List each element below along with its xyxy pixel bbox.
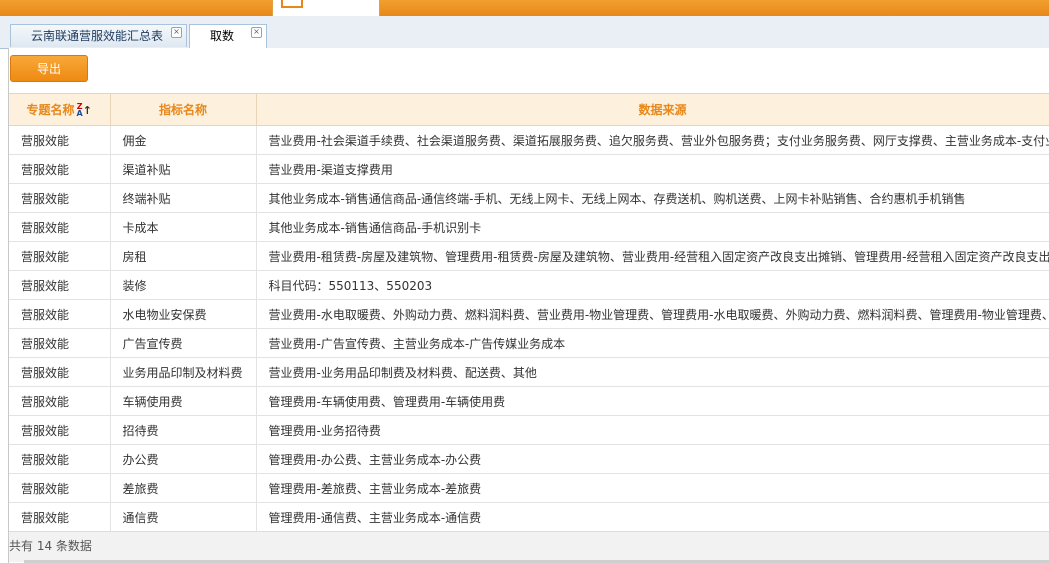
cell-indicator: 佣金 [110, 125, 257, 155]
tab-summary-report[interactable]: 云南联通营服效能汇总表 × [10, 24, 187, 47]
cell-source: 其他业务成本-销售通信商品-通信终端-手机、无线上网卡、无线上网本、存费送机、购… [256, 183, 1049, 213]
cell-indicator: 通信费 [110, 502, 257, 532]
cell-indicator: 水电物业安保费 [110, 299, 257, 329]
table-header-row: 专题名称 Z A↑ 指标名称 数据来源 [9, 93, 1049, 126]
table-row[interactable]: 营服效能 终端补贴 其他业务成本-销售通信商品-通信终端-手机、无线上网卡、无线上网… [9, 183, 1049, 213]
cell-source: 管理费用-差旅费、主营业务成本-差旅费 [256, 473, 1049, 503]
cell-topic: 营服效能 [9, 357, 111, 387]
top-nav-active-item[interactable] [272, 0, 380, 16]
cell-source: 管理费用-通信费、主营业务成本-通信费 [256, 502, 1049, 532]
content-frame: 导出 专题名称 Z A↑ 指标名称 数据来源 营服效能 佣金 营业费用-社会渠道手续费、… [8, 48, 1049, 563]
sort-arrow-icon: ↑ [82, 104, 92, 117]
cell-topic: 营服效能 [9, 125, 111, 155]
cell-source: 管理费用-办公费、主营业务成本-办公费 [256, 444, 1049, 474]
tab-label: 云南联通营服效能汇总表 [31, 29, 164, 43]
close-icon[interactable]: × [251, 27, 262, 38]
cell-topic: 营服效能 [9, 183, 111, 213]
column-header-topic[interactable]: 专题名称 Z A↑ [9, 93, 111, 126]
cell-indicator: 卡成本 [110, 212, 257, 242]
table-row[interactable]: 营服效能 渠道补贴 营业费用-渠道支撑费用 [9, 154, 1049, 184]
export-button[interactable]: 导出 [10, 55, 88, 82]
table-row[interactable]: 营服效能 业务用品印制及材料费 营业费用-业务用品印制费及材料费、配送费、其他 [9, 357, 1049, 387]
table-row[interactable]: 营服效能 通信费 管理费用-通信费、主营业务成本-通信费 [9, 502, 1049, 532]
cell-source: 营业费用-水电取暖费、外购动力费、燃料润料费、营业费用-物业管理费、管理费用-水… [256, 299, 1049, 329]
cell-indicator: 渠道补贴 [110, 154, 257, 184]
cell-indicator: 招待费 [110, 415, 257, 445]
cell-source: 营业费用-广告宣传费、主营业务成本-广告传媒业务成本 [256, 328, 1049, 358]
cell-source: 营业费用-渠道支撑费用 [256, 154, 1049, 184]
top-nav-bar [0, 0, 1049, 16]
column-header-source[interactable]: 数据来源 [256, 93, 1049, 126]
cell-source: 营业费用-社会渠道手续费、社会渠道服务费、渠道拓展服务费、追欠服务费、营业外包服… [256, 125, 1049, 155]
table-row[interactable]: 营服效能 房租 营业费用-租赁费-房屋及建筑物、管理费用-租赁费-房屋及建筑物、营业… [9, 241, 1049, 271]
cell-indicator: 车辆使用费 [110, 386, 257, 416]
cell-indicator: 业务用品印制及材料费 [110, 357, 257, 387]
cell-topic: 营服效能 [9, 386, 111, 416]
table-row[interactable]: 营服效能 招待费 管理费用-业务招待费 [9, 415, 1049, 445]
column-header-indicator[interactable]: 指标名称 [110, 93, 257, 126]
cell-topic: 营服效能 [9, 299, 111, 329]
cell-source: 其他业务成本-销售通信商品-手机识别卡 [256, 212, 1049, 242]
cell-topic: 营服效能 [9, 502, 111, 532]
cell-indicator: 房租 [110, 241, 257, 271]
cell-topic: 营服效能 [9, 241, 111, 271]
cell-indicator: 终端补贴 [110, 183, 257, 213]
table-row[interactable]: 营服效能 差旅费 管理费用-差旅费、主营业务成本-差旅费 [9, 473, 1049, 503]
table-row[interactable]: 营服效能 装修 科目代码：550113、550203 [9, 270, 1049, 300]
cell-source: 科目代码：550113、550203 [256, 270, 1049, 300]
data-grid: 专题名称 Z A↑ 指标名称 数据来源 营服效能 佣金 营业费用-社会渠道手续费、社会渠… [9, 93, 1049, 532]
table-row[interactable]: 营服效能 佣金 营业费用-社会渠道手续费、社会渠道服务费、渠道拓展服务费、追欠服务费… [9, 125, 1049, 155]
cell-topic: 营服效能 [9, 415, 111, 445]
cell-topic: 营服效能 [9, 270, 111, 300]
cell-source: 营业费用-业务用品印制费及材料费、配送费、其他 [256, 357, 1049, 387]
cell-topic: 营服效能 [9, 154, 111, 184]
toolbar: 导出 [9, 48, 1049, 93]
cell-topic: 营服效能 [9, 444, 111, 474]
rules-table: 专题名称 Z A↑ 指标名称 数据来源 营服效能 佣金 营业费用-社会渠道手续费、社会渠… [9, 93, 1049, 532]
cell-indicator: 装修 [110, 270, 257, 300]
table-footer: 共有 14 条数据 [9, 531, 1049, 562]
report-icon [281, 0, 303, 8]
close-icon[interactable]: × [171, 27, 182, 38]
table-row[interactable]: 营服效能 广告宣传费 营业费用-广告宣传费、主营业务成本-广告传媒业务成本 [9, 328, 1049, 358]
table-row[interactable]: 营服效能 水电物业安保费 营业费用-水电取暖费、外购动力费、燃料润料费、营业费用-物… [9, 299, 1049, 329]
record-count: 共有 14 条数据 [9, 539, 92, 553]
cell-topic: 营服效能 [9, 473, 111, 503]
table-row[interactable]: 营服效能 车辆使用费 管理费用-车辆使用费、管理费用-车辆使用费 [9, 386, 1049, 416]
cell-source: 营业费用-租赁费-房屋及建筑物、管理费用-租赁费-房屋及建筑物、营业费用-经营租… [256, 241, 1049, 271]
cell-indicator: 广告宣传费 [110, 328, 257, 358]
sort-icon[interactable]: ZA [77, 102, 83, 117]
cell-source: 管理费用-车辆使用费、管理费用-车辆使用费 [256, 386, 1049, 416]
cell-topic: 营服效能 [9, 212, 111, 242]
cell-topic: 营服效能 [9, 328, 111, 358]
cell-source: 管理费用-业务招待费 [256, 415, 1049, 445]
table-row[interactable]: 营服效能 办公费 管理费用-办公费、主营业务成本-办公费 [9, 444, 1049, 474]
table-row[interactable]: 营服效能 卡成本 其他业务成本-销售通信商品-手机识别卡 [9, 212, 1049, 242]
cell-indicator: 办公费 [110, 444, 257, 474]
tab-rules[interactable]: 取数规则 × [189, 24, 267, 65]
tab-bar: 云南联通营服效能汇总表 × 取数规则 × [0, 16, 1049, 65]
cell-indicator: 差旅费 [110, 473, 257, 503]
